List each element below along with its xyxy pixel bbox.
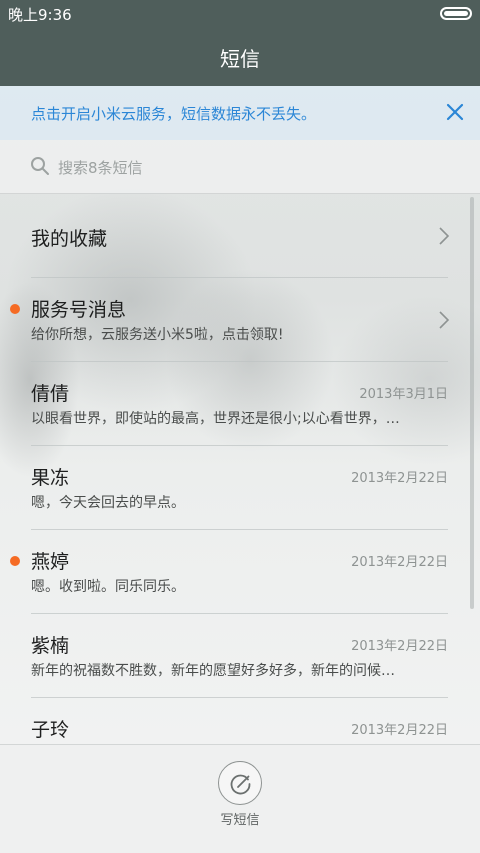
bottom-bar: 写短信 [0,744,480,853]
conversation-name: 紫楠 [31,635,70,657]
battery-icon [440,7,472,20]
list-item-ziling[interactable]: 子玲 2013年2月22日 [0,698,480,744]
cloud-service-banner[interactable]: 点击开启小米云服务，短信数据永不丢失。 [0,86,480,140]
conversation-date: 2013年2月22日 [351,555,448,570]
conversation-name: 我的收藏 [31,228,108,250]
list-item-yanting[interactable]: 燕婷 2013年2月22日 嗯。收到啦。同乐同乐。 [0,530,480,614]
list-item-guodong[interactable]: 果冻 2013年2月22日 嗯，今天会回去的早点。 [0,446,480,530]
page-title: 短信 [220,46,260,71]
conversation-preview: 给你所想，云服务送小米5啦，点击领取! [31,327,284,343]
list-item-zinan[interactable]: 紫楠 2013年2月22日 新年的祝福数不胜数，新年的愿望好多好多，新年的问候… [0,614,480,698]
title-bar: 短信 [0,28,480,86]
conversation-date: 2013年2月22日 [351,639,448,654]
conversation-preview: 以眼看世界，即使站的最高，世界还是很小;以心看世界，… [31,411,400,427]
list-item-qianqian[interactable]: 倩倩 2013年3月1日 以眼看世界，即使站的最高，世界还是很小;以心看世界，… [0,362,480,446]
chevron-right-icon [439,227,450,245]
conversation-name: 子玲 [31,719,70,741]
search-bar[interactable]: 搜索8条短信 [0,140,480,194]
conversation-preview: 嗯，今天会回去的早点。 [31,495,185,511]
compose-icon [230,774,251,795]
unread-dot [10,556,20,566]
search-input[interactable]: 搜索8条短信 [58,157,143,178]
chevron-right-icon [439,311,450,329]
banner-text[interactable]: 点击开启小米云服务，短信数据永不丢失。 [31,103,316,124]
list-item-favorites[interactable]: 我的收藏 [0,194,480,278]
conversation-name: 服务号消息 [31,299,127,321]
unread-dot [10,304,20,314]
conversation-name: 倩倩 [31,383,70,405]
conversation-name: 果冻 [31,467,70,489]
compose-button[interactable] [218,761,262,805]
conversation-preview: 新年的祝福数不胜数，新年的愿望好多好多，新年的问候… [31,663,395,679]
conversation-name: 燕婷 [31,551,70,573]
conversation-list[interactable]: 我的收藏 服务号消息 给你所想，云服务送小米5啦，点击领取! 倩倩 2013年3… [0,194,480,744]
conversation-date: 2013年3月1日 [359,387,448,402]
status-bar: 晚上9:36 [0,0,480,28]
list-item-service-messages[interactable]: 服务号消息 给你所想，云服务送小米5啦，点击领取! [0,278,480,362]
compose-label[interactable]: 写短信 [0,809,480,828]
conversation-preview: 嗯。收到啦。同乐同乐。 [31,579,185,595]
close-icon[interactable] [444,101,466,123]
status-time: 晚上9:36 [8,6,72,24]
conversation-date: 2013年2月22日 [351,723,448,738]
scrollbar[interactable] [470,197,474,609]
conversation-date: 2013年2月22日 [351,471,448,486]
search-icon [31,157,49,175]
